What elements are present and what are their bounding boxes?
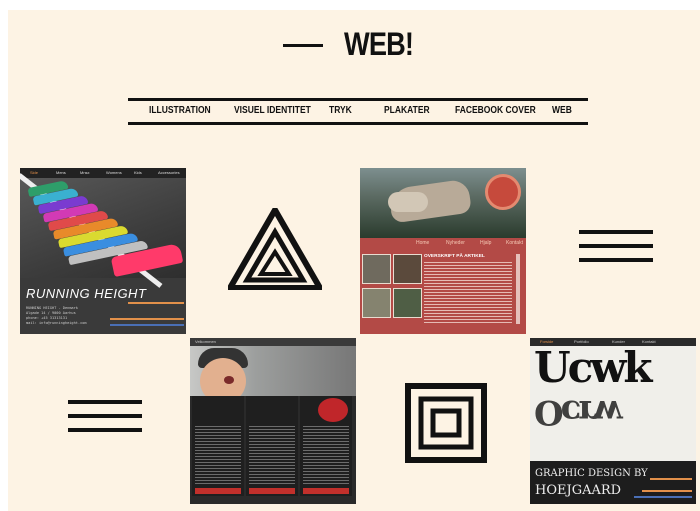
thumb-photo — [360, 168, 526, 238]
thumb-tab: Home — [416, 240, 430, 246]
thumb-menu-item: Accessories — [158, 170, 180, 175]
thumb-menu: Side Mens Mnsx Womens Kids Accessories — [20, 168, 186, 178]
gallery-cell — [393, 288, 422, 318]
triangle-icon — [228, 208, 322, 290]
menu-icon — [68, 400, 142, 436]
nav-plakater[interactable]: PLAKATER — [384, 105, 430, 116]
thumb-article-site[interactable]: Home Nyheder Hjalp Kontakt OVERSKRIFT PÅ… — [360, 168, 526, 334]
thumb-tab: Kontakt — [506, 240, 523, 246]
meta-line: mail: info@runningheight.com — [26, 321, 87, 325]
nav-visuel-identitet[interactable]: VISUEL IDENTITET — [234, 105, 311, 116]
graphic-design-by: GRAPHIC DESIGN BY — [535, 468, 648, 479]
scrollbar — [516, 254, 520, 324]
gallery-cell — [362, 254, 391, 284]
accent-bar — [128, 302, 184, 304]
accent-bar — [110, 324, 184, 326]
nav-web[interactable]: WEB — [552, 105, 572, 116]
hoejgaard-name: HOEJGAARD — [535, 483, 622, 498]
nav-illustration[interactable]: ILLUSTRATION — [149, 105, 211, 116]
thumb-hoejgaard[interactable]: Forside Portfolio Kunder Kontakt Ucwk Oc… — [530, 338, 696, 504]
accent-bar — [650, 478, 692, 480]
thumb-menu-item: Kids — [134, 170, 142, 175]
thumb-brand: RUNNING HEIGHT — [26, 286, 147, 301]
gallery-cell — [362, 288, 391, 318]
thumb-music-site[interactable]: Velkommen — [190, 338, 356, 504]
topbar-label: Velkommen — [195, 339, 216, 344]
art-letters: Ucwk — [534, 343, 652, 392]
accent-bar — [642, 490, 692, 492]
typography-art: Ucwk Ocrw — [530, 346, 696, 461]
thumb-tab: Hjalp — [480, 240, 492, 246]
gallery-cell — [393, 254, 422, 284]
menu-icon — [579, 230, 653, 266]
accent-bar — [110, 318, 184, 320]
drum — [485, 174, 521, 210]
content-column — [192, 396, 244, 496]
thumb-tab: Nyheder — [446, 240, 465, 246]
nav-rule-bottom — [128, 122, 588, 125]
article-text — [424, 262, 512, 324]
article-heading: OVERSKRIFT PÅ ARTIKEL — [424, 254, 485, 259]
guitar — [318, 398, 348, 422]
thumb-menu-item: Mens — [56, 170, 66, 175]
kid-mouth — [224, 376, 234, 384]
nav-facebook-cover[interactable]: FACEBOOK COVER — [455, 105, 536, 116]
art-letters-mirror: Ocrw — [534, 392, 620, 432]
title-dash — [283, 44, 323, 47]
content-column — [246, 396, 298, 496]
concentric-squares-icon — [405, 383, 487, 463]
thumb-meta: RUNNING HEIGHT - Denmark Algade 14 / 900… — [26, 306, 87, 326]
accent-bar — [634, 496, 692, 498]
page-title: WEB! — [344, 26, 414, 62]
thumb-photo — [190, 346, 356, 404]
thumb-menu-item: Side — [30, 170, 39, 175]
thumb-menu-item: Womens — [106, 170, 122, 175]
thumb-menu-item: Mnsx — [80, 170, 90, 175]
meerkat-head — [388, 192, 428, 212]
thumb-running-height[interactable]: Side Mens Mnsx Womens Kids Accessories R… — [20, 168, 186, 334]
thumb-topbar: Velkommen — [190, 338, 356, 346]
nav-rule-top — [128, 98, 588, 101]
nav-tryk[interactable]: TRYK — [329, 105, 352, 116]
